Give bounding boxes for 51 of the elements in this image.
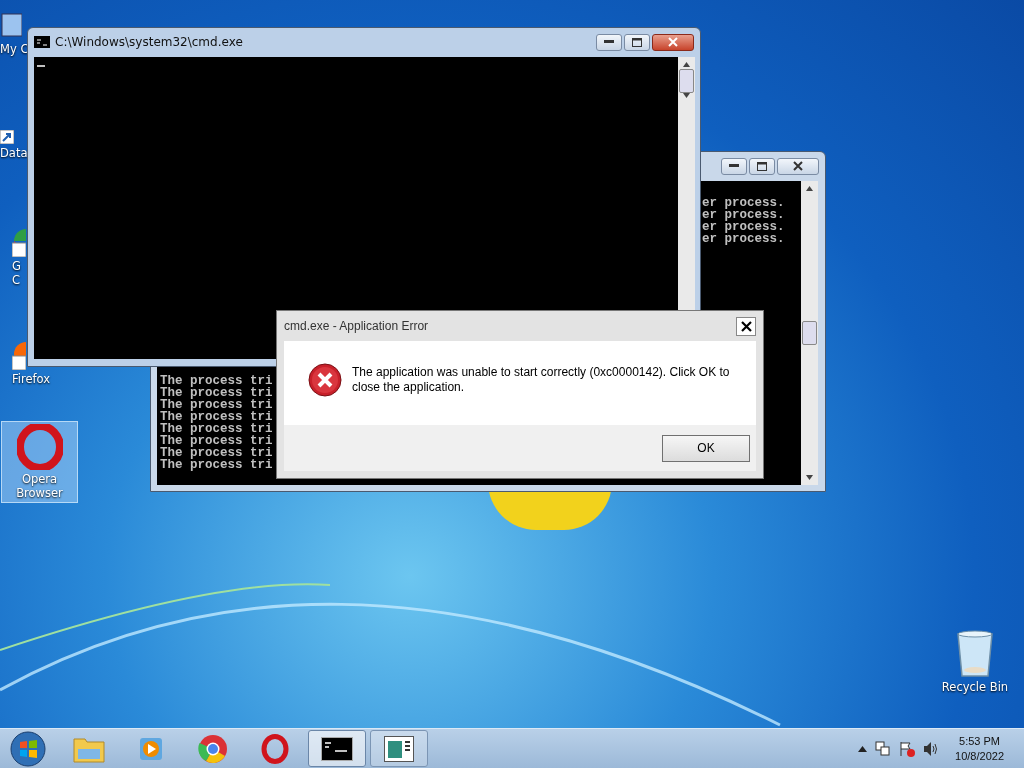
window-title: C:\Windows\system32\cmd.exe xyxy=(55,35,244,49)
scrollbar[interactable] xyxy=(801,181,818,485)
minimize-icon xyxy=(604,40,614,44)
close-icon xyxy=(668,37,678,47)
opera-icon xyxy=(261,733,289,764)
minimize-button[interactable] xyxy=(721,157,747,175)
desktop-icon-label[interactable]: G C xyxy=(12,259,21,287)
command-prompt-icon xyxy=(34,36,50,48)
show-hidden-icons-icon[interactable] xyxy=(858,745,868,752)
console-text: er process. er process. er process. er process. xyxy=(702,197,785,245)
shortcut-icon xyxy=(0,130,14,144)
scroll-thumb[interactable] xyxy=(679,69,694,93)
close-button[interactable] xyxy=(736,316,756,336)
maximize-icon xyxy=(757,161,767,171)
close-icon xyxy=(740,320,752,332)
dialog-title: cmd.exe - Application Error xyxy=(284,319,429,333)
maximize-icon xyxy=(632,37,642,47)
taskbar-button[interactable] xyxy=(308,730,366,767)
error-icon xyxy=(308,363,342,397)
scroll-up-icon[interactable] xyxy=(683,62,690,67)
ok-button[interactable]: OK xyxy=(662,434,750,462)
scroll-up-icon[interactable] xyxy=(806,186,813,191)
scroll-down-icon[interactable] xyxy=(806,475,813,480)
chrome-icon xyxy=(12,227,26,257)
close-icon xyxy=(793,161,803,171)
desktop-icon-label[interactable]: Firefox xyxy=(12,372,51,386)
speaker-icon[interactable] xyxy=(923,740,940,757)
minimize-icon xyxy=(729,164,739,168)
clock[interactable]: 5:53 PM 10/8/2022 xyxy=(955,733,1004,764)
desktop-icon[interactable]: Recycle Bin xyxy=(937,628,1013,696)
maximize-button[interactable] xyxy=(749,157,775,175)
media-player-icon xyxy=(138,735,164,762)
error-message: The application was unable to start correctly (0xc0000142). Click OK to close the application. xyxy=(352,364,731,396)
desktop-icon-label[interactable]: Data xyxy=(0,146,28,160)
flag-icon[interactable] xyxy=(899,740,916,757)
network-icon[interactable] xyxy=(875,740,892,757)
close-button[interactable] xyxy=(777,157,819,175)
command-prompt-icon xyxy=(321,736,353,761)
text-cursor xyxy=(37,65,45,67)
maximize-button[interactable] xyxy=(624,33,650,51)
chrome-icon xyxy=(198,733,228,764)
opera-icon xyxy=(16,424,63,470)
console-text: The process tri The process tri The process tri The process tri The process tri The process tri The process tri The process tri xyxy=(160,375,273,471)
recycle-bin-icon xyxy=(955,630,995,678)
taskbar-button[interactable] xyxy=(370,730,428,767)
window-app-icon xyxy=(384,735,414,762)
firefox-icon xyxy=(12,340,26,370)
minimize-button[interactable] xyxy=(596,33,622,51)
close-button[interactable] xyxy=(652,33,694,51)
computer-icon xyxy=(0,10,22,40)
scroll-thumb[interactable] xyxy=(802,321,817,345)
